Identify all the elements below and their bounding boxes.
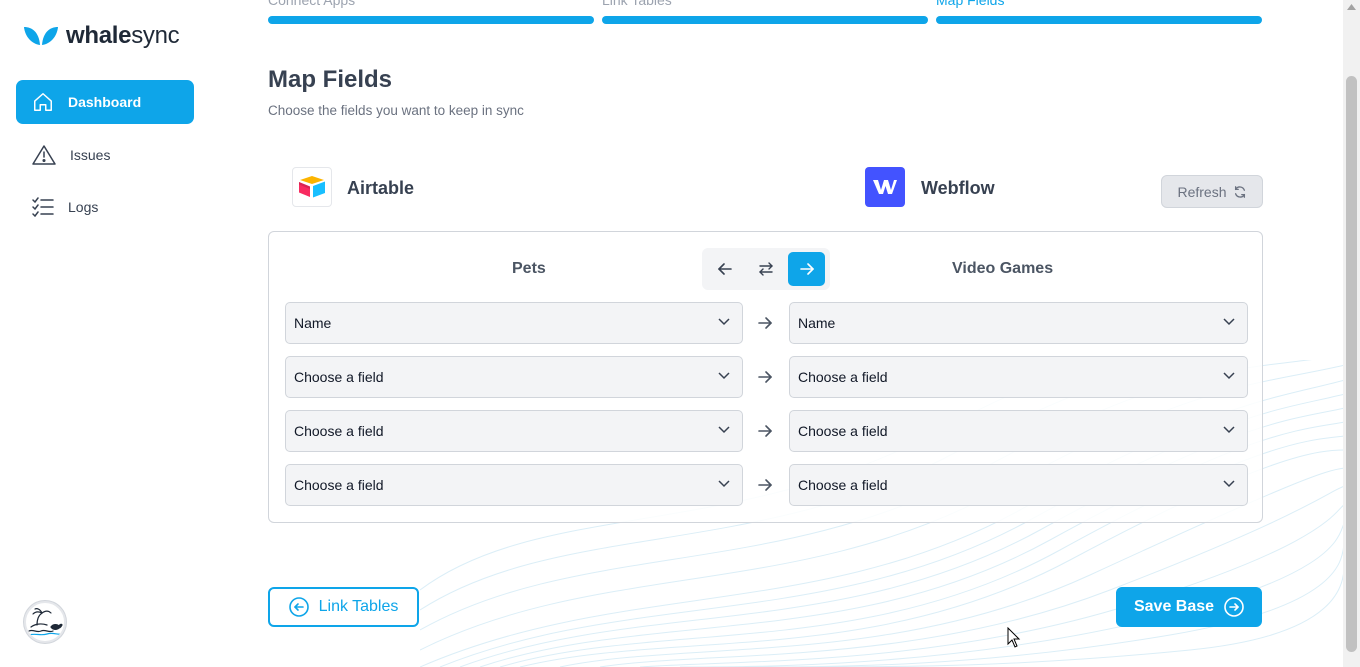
arrow-right-icon xyxy=(758,371,772,383)
target-field-select[interactable]: Choose a field xyxy=(789,410,1248,452)
sidebar: whalesync Dashboard Issues Logs xyxy=(0,0,212,667)
sidebar-item-logs[interactable]: Logs xyxy=(16,185,194,229)
refresh-label: Refresh xyxy=(1177,183,1227,200)
airtable-icon xyxy=(299,176,325,198)
scrollbar-thumb[interactable] xyxy=(1346,76,1357,652)
step-label-link-tables[interactable]: Link Tables xyxy=(602,0,672,8)
source-field-select[interactable]: Choose a field xyxy=(285,464,743,506)
target-table-name: Video Games xyxy=(952,260,1054,277)
refresh-button[interactable]: Refresh xyxy=(1161,175,1263,208)
arrow-right-icon xyxy=(758,425,772,437)
direction-two-way-button[interactable] xyxy=(747,252,784,286)
source-field-select[interactable]: Choose a field xyxy=(285,410,743,452)
select-value: Choose a field xyxy=(798,369,888,385)
home-icon xyxy=(34,93,52,111)
save-base-button[interactable]: Save Base xyxy=(1116,587,1262,627)
two-way-arrows-icon xyxy=(758,262,773,276)
chevron-down-icon xyxy=(1223,372,1235,380)
step-bar-link-tables xyxy=(602,16,928,24)
airtable-logo xyxy=(292,167,332,207)
chevron-down-icon xyxy=(718,318,730,326)
arrow-right-icon xyxy=(758,479,772,491)
chevron-down-icon xyxy=(1223,480,1235,488)
step-bar-connect-apps xyxy=(268,16,594,24)
brand-name-light: sync xyxy=(131,22,180,49)
select-value: Choose a field xyxy=(798,477,888,493)
sidebar-item-label: Dashboard xyxy=(68,94,142,110)
step-bar-map-fields xyxy=(936,16,1262,24)
warning-icon xyxy=(32,145,56,165)
direction-left-to-right-button[interactable] xyxy=(788,252,825,286)
select-value: Name xyxy=(294,315,332,331)
source-field-select[interactable]: Choose a field xyxy=(285,356,743,398)
direction-right-to-left-button[interactable] xyxy=(706,252,743,286)
step-label-connect-apps[interactable]: Connect Apps xyxy=(268,0,355,8)
sidebar-item-label: Logs xyxy=(68,199,99,215)
island-whale-icon xyxy=(28,608,63,636)
list-check-icon xyxy=(32,197,54,217)
brand-name-bold: whale xyxy=(66,22,132,49)
select-value: Choose a field xyxy=(798,423,888,439)
source-table-name: Pets xyxy=(512,260,546,277)
arrow-right-icon xyxy=(799,263,814,275)
whale-tail-icon xyxy=(24,27,58,45)
arrow-left-circle-icon xyxy=(288,597,309,617)
webflow-logo xyxy=(865,167,905,207)
arrow-right-circle-icon xyxy=(1224,597,1244,617)
webflow-icon xyxy=(873,180,897,194)
chevron-down-icon xyxy=(718,480,730,488)
target-field-select[interactable]: Choose a field xyxy=(789,464,1248,506)
target-app-name: Webflow xyxy=(921,178,995,198)
refresh-icon xyxy=(1234,185,1245,198)
sidebar-item-dashboard[interactable]: Dashboard xyxy=(16,80,194,124)
arrow-left-icon xyxy=(717,263,732,275)
page-title: Map Fields xyxy=(268,66,393,93)
step-label-map-fields: Map Fields xyxy=(936,0,1005,8)
source-app-name: Airtable xyxy=(347,178,415,198)
target-field-select[interactable]: Name xyxy=(789,302,1248,344)
chevron-down-icon xyxy=(1223,426,1235,434)
select-value: Choose a field xyxy=(294,369,384,385)
select-value: Name xyxy=(798,315,836,331)
brand-logo[interactable]: whalesync xyxy=(22,22,180,50)
select-value: Choose a field xyxy=(294,423,384,439)
chevron-down-icon xyxy=(1223,318,1235,326)
select-value: Choose a field xyxy=(294,477,384,493)
save-button-label: Save Base xyxy=(1133,598,1215,615)
sidebar-item-issues[interactable]: Issues xyxy=(16,133,194,177)
mouse-cursor-icon xyxy=(1007,627,1021,648)
sync-direction-toggle xyxy=(702,248,830,290)
back-button-label: Link Tables xyxy=(318,598,399,615)
page-subtitle: Choose the fields you want to keep in sy… xyxy=(268,103,524,118)
sidebar-item-label: Issues xyxy=(70,147,111,163)
chevron-down-icon xyxy=(718,426,730,434)
arrow-right-icon xyxy=(758,317,772,329)
scroll-up-arrow-icon[interactable] xyxy=(1347,4,1356,10)
chevron-down-icon xyxy=(718,372,730,380)
source-field-select[interactable]: Name xyxy=(285,302,743,344)
back-to-link-tables-button[interactable]: Link Tables xyxy=(268,587,419,627)
user-avatar[interactable] xyxy=(24,601,66,643)
vertical-scrollbar[interactable] xyxy=(1343,0,1360,667)
target-field-select[interactable]: Choose a field xyxy=(789,356,1248,398)
